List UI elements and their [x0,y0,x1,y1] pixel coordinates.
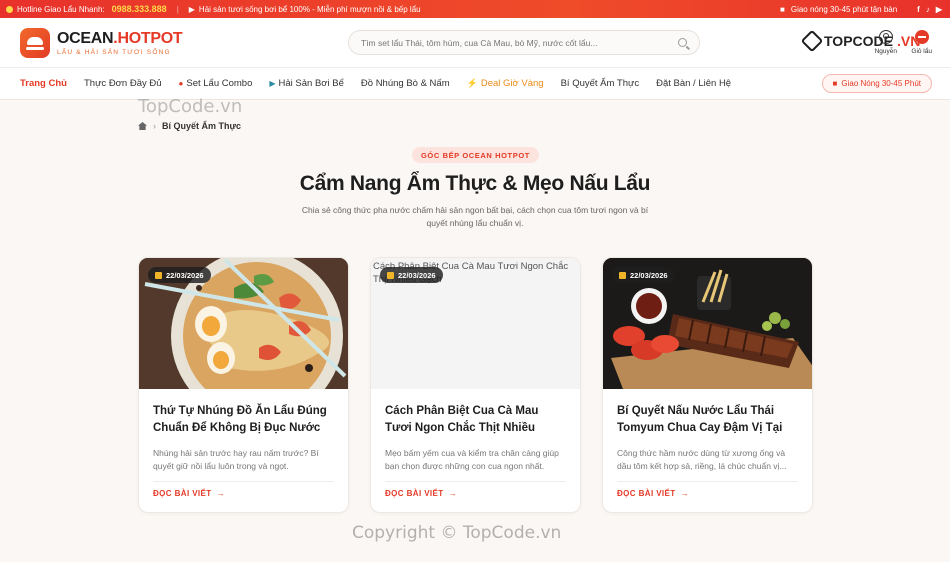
article-title[interactable]: Thứ Tự Nhúng Đồ Ăn Lẩu Đúng Chuẩn Để Khô… [153,403,334,437]
cart-button[interactable]: Giỏ lẩu [911,30,932,55]
home-icon[interactable] [138,122,147,130]
youtube-icon[interactable]: ▶ [936,5,942,14]
nav-item-seafood[interactable]: ▶ Hải Sản Bơi Bể [269,78,344,89]
article-card[interactable]: Cách Phân Biệt Cua Cà Mau Tươi Ngon Chắc… [370,257,581,513]
article-excerpt: Mẹo bấm yếm cua và kiểm tra chân càng gi… [385,448,559,471]
nav-label: Thực Đơn Đầy Đủ [83,78,162,89]
truck-icon: ■ [832,79,838,88]
nav-label: Bí Quyết Ẩm Thực [560,78,640,89]
date-badge: 22/03/2026 [148,267,211,283]
user-icon [878,30,893,44]
user-label: Nguyễn [874,48,897,55]
site-logo[interactable]: OCEAN.HOTPOT LẨU & HẢI SẢN TƯƠI SỐNG [20,27,183,58]
article-image-ramen[interactable]: 22/03/2026 [139,258,348,389]
calendar-icon [619,271,626,279]
read-more-link[interactable]: ĐỌC BÀI VIẾT → [617,489,798,498]
article-date: 22/03/2026 [630,270,668,280]
breadcrumb: › Bí Quyết Ẩm Thực [138,121,241,131]
read-more-label: ĐỌC BÀI VIẾT [153,489,212,498]
hotline-label: Hotline Giao Lẩu Nhanh: [17,4,105,14]
search-bar [348,30,700,55]
nav-label: Set Lẩu Combo [186,78,253,89]
hotline[interactable]: Hotline Giao Lẩu Nhanh: 0988.333.888 [6,4,167,14]
tiktok-icon[interactable]: ♪ [926,5,930,14]
arrow-right-icon: → [216,489,225,498]
delivery-text: Giao nóng 30-45 phút tận bàn [790,4,898,14]
promo-message: ▶ Hải sản tươi sống bơi bể 100% - Miễn p… [189,5,421,14]
copyright-watermark: Copyright © TopCode.vn [352,523,562,543]
cta-label: Giao Nóng 30-45 Phút [841,79,921,88]
chevron-right-icon: › [153,121,156,131]
nav-item-tips[interactable]: Bí Quyết Ẩm Thực [561,78,640,89]
watermark-text: TopCode.vn [138,96,243,117]
logo-tagline: LẨU & HẢI SẢN TƯƠI SỐNG [57,48,171,56]
section-tag: GÓC BẾP OCEAN HOTPOT [412,147,539,163]
nav-label: Hải Sản Bơi Bể [278,78,344,89]
facebook-icon[interactable]: f [917,5,920,14]
read-more-link[interactable]: ĐỌC BÀI VIẾT → [385,489,566,498]
page-title: Cẩm Nang Ẩm Thực & Mẹo Nấu Lẩu [299,172,651,195]
logo-main: OCEAN [57,29,114,47]
topbar-right: ■ Giao nóng 30-45 phút tận bàn f ♪ ▶ [780,0,942,18]
nav-label: Đồ Nhúng Bò & Nấm [360,78,450,89]
read-more-label: ĐỌC BÀI VIẾT [617,489,676,498]
top-announcement-bar: Hotline Giao Lẩu Nhanh: 0988.333.888 | ▶… [0,0,950,18]
article-card[interactable]: 22/03/2026 Bí Quyết Nấu Nước Lẩu Thái To… [602,257,813,513]
promo-text: Hải sản tươi sống bơi bể 100% - Miễn phí… [198,4,421,14]
read-more-label: ĐỌC BÀI VIẾT [385,489,444,498]
lightning-icon: ⚡ [466,78,478,88]
hotline-number[interactable]: 0988.333.888 [112,4,167,14]
nav-item-beef-mushroom[interactable]: Đồ Nhúng Bò & Nấm [361,78,450,89]
nav-label: Deal Giờ Vàng [480,78,544,89]
site-header: OCEAN.HOTPOT LẨU & HẢI SẢN TƯƠI SỐNG TOP… [0,18,950,68]
search-icon[interactable] [678,38,687,47]
account-button[interactable]: Nguyễn [875,30,897,55]
read-more-link[interactable]: ĐỌC BÀI VIẾT → [153,489,334,498]
nav-item-contact[interactable]: Đặt Bàn / Liên Hệ [656,78,731,89]
hotpot-logo-icon [20,27,50,58]
article-title[interactable]: Bí Quyết Nấu Nước Lẩu Thái Tomyum Chua C… [617,403,798,437]
fast-delivery-button[interactable]: ■ Giao Nóng 30-45 Phút [821,74,932,93]
truck-icon: ■ [780,4,785,14]
divider [617,481,798,482]
calendar-icon [387,271,394,279]
article-title[interactable]: Cách Phân Biệt Cua Cà Mau Tươi Ngon Chắc… [385,403,566,437]
article-card[interactable]: 22/03/2026 Thứ Tự Nhúng Đồ Ăn Lẩu Đúng C… [138,257,349,513]
nav-label: Đặt Bàn / Liên Hệ [656,78,732,89]
arrow-right-icon: → [448,489,457,498]
fish-icon: ▶ [188,4,195,14]
nav-item-home[interactable]: Trang Chủ [20,78,67,89]
nav-item-deal[interactable]: ⚡ Deal Giờ Vàng [467,78,544,89]
article-excerpt: Nhúng hải sản trước hay rau nấm trước? B… [153,448,319,471]
flame-icon: ● [178,79,184,88]
article-image-crab[interactable]: Cách Phân Biệt Cua Cà Mau Tươi Ngon Chắc… [371,258,580,389]
arrow-right-icon: → [680,489,689,498]
divider: | [176,4,179,14]
article-image-ribs[interactable]: 22/03/2026 [603,258,812,389]
search-input[interactable] [361,37,678,48]
article-date: 22/03/2026 [398,270,436,280]
nav-label: Trang Chủ [20,78,67,89]
breadcrumb-current: Bí Quyết Ẩm Thực [162,121,242,131]
nav-item-menu[interactable]: Thực Đơn Đầy Đủ [84,78,162,89]
divider [153,481,334,482]
cart-icon [914,30,929,44]
divider [385,481,566,482]
phone-icon [6,5,13,13]
topcode-logo-icon [800,29,824,53]
cart-label: Giỏ lẩu [911,48,932,55]
logo-accent: .HOTPOT [113,29,183,47]
article-date: 22/03/2026 [166,270,204,280]
date-badge: 22/03/2026 [612,267,675,283]
article-excerpt: Công thức hầm nước dùng từ xương ống và … [617,448,787,471]
fish-icon: ▶ [269,79,276,88]
date-badge: 22/03/2026 [380,267,443,283]
calendar-icon [155,271,162,279]
logo-title: OCEAN.HOTPOT [57,29,183,48]
section-description: Chia sẻ công thức pha nước chấm hải sản … [301,205,649,228]
topcode-watermark-logo: TOPCODE .VN [800,29,920,53]
nav-item-combo[interactable]: ● Set Lẩu Combo [179,78,253,89]
